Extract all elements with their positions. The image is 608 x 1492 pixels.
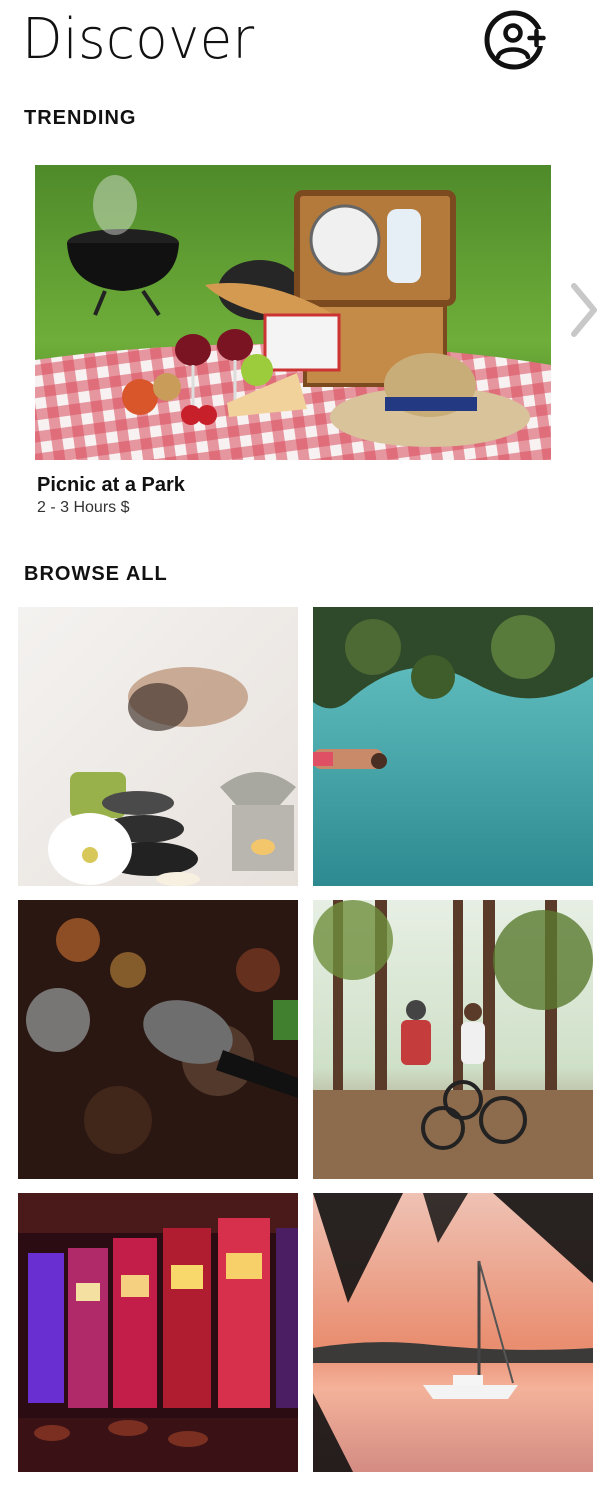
next-trending-button[interactable] <box>566 280 602 340</box>
browse-tile-spa[interactable] <box>18 607 298 886</box>
karaoke-microphone-photo <box>18 900 298 1179</box>
trending-card[interactable]: Picnic at a Park 2 - 3 Hours $ <box>35 165 551 516</box>
section-title-trending: TRENDING <box>24 107 137 129</box>
browse-tile-swimming[interactable] <box>313 607 593 886</box>
trending-card-title: Picnic at a Park <box>37 474 185 496</box>
discover-page: Discover TRENDING Picnic at a Park 2 - 3… <box>0 0 608 1492</box>
section-title-browse-all: BROWSE ALL <box>24 563 168 585</box>
add-user-icon <box>484 10 546 70</box>
browse-tile-sailing[interactable] <box>313 1193 593 1472</box>
casino-slot-machines-photo <box>18 1193 298 1472</box>
picnic-photo[interactable] <box>35 165 551 460</box>
trending-card-meta: 2 - 3 Hours $ <box>37 499 130 516</box>
add-user-button[interactable] <box>484 9 548 71</box>
spa-massage-photo <box>18 607 298 886</box>
cycling-forest-photo <box>313 900 593 1179</box>
swimming-lake-photo <box>313 607 593 886</box>
chevron-right-icon <box>571 283 597 337</box>
browse-tile-casino[interactable] <box>18 1193 298 1472</box>
sailboat-sunset-photo <box>313 1193 593 1472</box>
browse-tile-karaoke[interactable] <box>18 900 298 1179</box>
browse-tile-cycling[interactable] <box>313 900 593 1179</box>
page-title: Discover <box>22 7 255 72</box>
